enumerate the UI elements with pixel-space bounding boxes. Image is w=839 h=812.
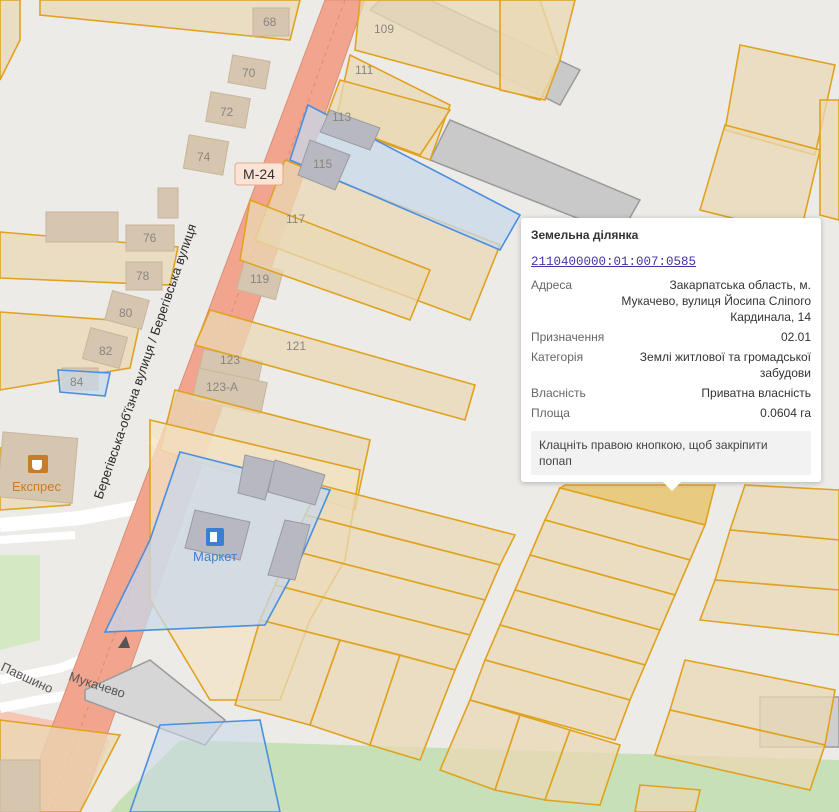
row-key: Власність [531,386,586,400]
house-number: 78 [136,269,150,283]
row-key: Категорія [531,350,584,364]
house-number: 113 [332,110,351,124]
parcel-highlighted[interactable] [57,369,111,397]
popup-row-ownership: Власність Приватна власність [531,385,811,401]
house-number: 72 [220,105,234,119]
poi-label: Експрес [12,479,62,494]
house-number: 82 [99,344,113,358]
house-number: 111 [355,63,374,77]
poi-label: Маркет [193,549,237,564]
house-number: 68 [263,15,277,29]
house-number: 115 [313,157,332,171]
row-value: Закарпатська область, м. Мукачево, вулиц… [621,278,811,324]
house-number: 119 [250,272,269,286]
popup-row-area: Площа 0.0604 га [531,405,811,421]
row-key: Призначення [531,330,605,344]
cadastral-number-link[interactable]: 2110400000:01:007:0585 [531,255,696,269]
popup-row-purpose: Призначення 02.01 [531,329,811,345]
row-value: Приватна власність [701,386,811,400]
popup-title: Земельна ділянка [531,228,639,242]
row-key: Адреса [531,278,573,292]
parcel[interactable] [634,784,701,812]
house-number: 74 [197,150,211,164]
house-number: 123 [220,353,240,367]
row-value: 0.0604 га [760,406,811,420]
house-number: 123-А [206,380,238,394]
house-number: 70 [242,66,256,80]
row-key: Площа [531,406,570,420]
row-value: Землі житлової та громадської забудови [639,350,811,380]
cup-glyph [32,460,42,470]
house-number: 121 [286,339,306,353]
house-number: 84 [70,375,84,389]
house-number: 109 [374,22,394,36]
green-area [0,555,40,650]
popup-pin-hint: Клацніть правою кнопкою, щоб закріпити п… [531,431,811,475]
route-shield: М-24 [234,162,284,186]
fuel-pump-glyph [210,532,217,542]
house-number: 80 [119,306,133,320]
popup-row-category: Категорія Землі житлової та громадської … [531,349,811,381]
house-number: 117 [286,212,305,226]
popup-row-address: Адреса Закарпатська область, м. Мукачево… [531,277,811,325]
parcel-info-popup[interactable]: Земельна ділянка 2110400000:01:007:0585 … [521,218,821,491]
parcel[interactable] [819,99,839,221]
minor-road [0,531,76,544]
house-number: 76 [143,231,157,245]
route-shield-label: М-24 [243,166,275,182]
row-value: 02.01 [780,330,811,344]
